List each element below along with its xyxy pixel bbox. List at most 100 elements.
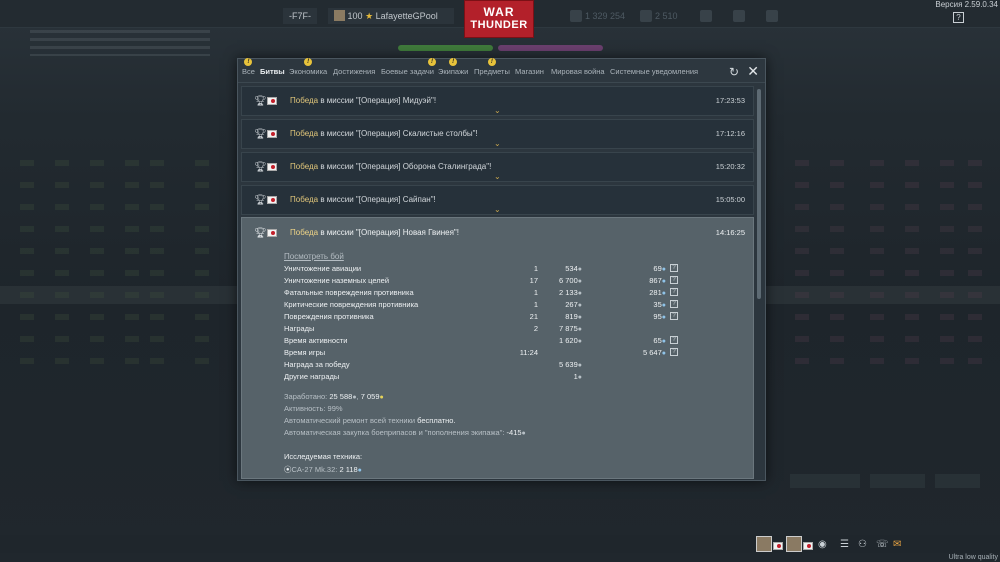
coupon-icon[interactable] [766, 10, 778, 22]
watch-battle-link[interactable]: Посмотреть бой [284, 252, 344, 261]
version-label: Версия 2.59.0.34 [935, 0, 998, 9]
info-icon[interactable]: ? [670, 264, 678, 272]
stat-row: Награда за победу 5 639● [284, 360, 582, 369]
message-time: 14:16:25 [715, 228, 745, 237]
friends-icon[interactable]: ⚇ [858, 539, 867, 550]
rp-icon: ● [357, 467, 362, 474]
stat-row: Фатальные повреждения противника 1 2 133●… [284, 288, 684, 299]
tab-achievements[interactable]: Достижения [333, 67, 375, 76]
chevron-down-icon[interactable]: ⌄ [494, 206, 501, 214]
avatar [334, 10, 345, 21]
scrollbar[interactable] [757, 89, 761, 299]
earned-summary: Заработано: 25 588●, 7 059● [284, 392, 384, 401]
squad-member-avatar[interactable] [786, 536, 802, 552]
mail-icon[interactable]: ✉ [893, 539, 901, 550]
refresh-icon[interactable]: ↻ [729, 65, 739, 79]
japan-flag-icon [267, 97, 277, 105]
tab-battles[interactable]: Битвы [260, 67, 285, 76]
squad-member-avatar[interactable] [756, 536, 772, 552]
player-name: LafayetteGPool [375, 11, 438, 21]
info-icon[interactable]: ? [670, 348, 678, 356]
japan-flag-icon [267, 196, 277, 204]
japan-flag-icon [267, 229, 277, 237]
graphics-quality-label: Ultra low quality [948, 554, 998, 561]
notification-icon: ! [487, 58, 496, 66]
stat-row: Критические повреждения противника 1 267●… [284, 300, 684, 311]
info-icon[interactable]: ? [670, 300, 678, 308]
notification-icon: ! [427, 58, 436, 66]
list-item[interactable]: 🏆︎ Победа в миссии "[Операция] Скалистые… [241, 119, 754, 149]
tab-crews[interactable]: ! Экипажи [438, 58, 468, 76]
tab-battle-tasks[interactable]: ! Боевые задачи [381, 58, 436, 76]
stat-row: Время активности 1 620● 65● ? [284, 336, 684, 347]
lions-icon: ● [577, 362, 582, 369]
vehicle-icon: ⦿ [284, 465, 292, 474]
list-item[interactable]: 🏆︎ Победа в миссии "[Операция] Сайпан"! … [241, 185, 754, 215]
list-item[interactable]: 🏆︎ Победа в миссии "[Операция] Мидуэй"! … [241, 86, 754, 116]
tab-all[interactable]: ! Все [242, 58, 255, 76]
lions-icon: ● [577, 302, 582, 309]
japan-flag-icon [803, 542, 813, 550]
trophy-icon: 🏆︎ [254, 228, 267, 239]
eagles-icon [640, 10, 652, 22]
tab-world-war[interactable]: Мировая война [551, 67, 605, 76]
message-title: Победа в миссии "[Операция] Новая Гвинея… [290, 228, 459, 237]
player-profile[interactable]: 100 ★ LafayetteGPool [328, 8, 454, 24]
tab-items[interactable]: ! Предметы [474, 58, 510, 76]
message-title: Победа в миссии "[Операция] Оборона Стал… [290, 162, 492, 171]
trophy-icon: 🏆︎ [254, 195, 267, 206]
message-title: Победа в миссии "[Операция] Сайпан"! [290, 195, 436, 204]
premium-icon[interactable] [700, 10, 712, 22]
tab-economy[interactable]: ! Экономика [289, 58, 327, 76]
chat-icon[interactable]: ☏ [876, 539, 889, 550]
chevron-down-icon[interactable]: ⌄ [494, 173, 501, 181]
rp-icon: ● [661, 278, 666, 285]
trophy-icon: 🏆︎ [254, 96, 267, 107]
lions-icon: ● [352, 394, 357, 401]
info-icon[interactable]: ? [670, 288, 678, 296]
message-time: 15:05:00 [715, 195, 745, 204]
stat-row: Время игры 11:24 5 647● ? [284, 348, 684, 359]
tab-bar: ! Все Битвы ! Экономика Достижения ! Боевые… [238, 58, 765, 83]
info-icon[interactable]: ? [670, 312, 678, 320]
squadron-tag[interactable]: -F7F- [283, 8, 317, 24]
notifications-window: ! Все Битвы ! Экономика Достижения ! Боевые… [237, 58, 766, 481]
info-icon[interactable]: ? [670, 336, 678, 344]
research-title: Исследуемая техника: [284, 452, 363, 461]
tab-shop[interactable]: Магазин [515, 67, 544, 76]
lions-icon: ● [577, 314, 582, 321]
chevron-down-icon[interactable]: ⌄ [494, 107, 501, 115]
lions-icon: ● [521, 430, 526, 437]
research-vehicle: ⦿CA-27 Mk.32: 2 118● [284, 465, 362, 474]
rp-icon: ● [661, 350, 666, 357]
eagles-balance: 2 510 [655, 11, 678, 21]
rp-icon: ● [661, 314, 666, 321]
message-title: Победа в миссии "[Операция] Мидуэй"! [290, 96, 437, 105]
help-icon[interactable]: ? [953, 12, 964, 23]
close-icon[interactable]: ✕ [747, 63, 759, 80]
list-icon[interactable]: ☰ [840, 539, 849, 550]
lions-icon: ● [577, 326, 582, 333]
lions-icon: ● [577, 290, 582, 297]
japan-flag-icon [773, 542, 783, 550]
chevron-down-icon[interactable]: ⌄ [494, 140, 501, 148]
message-list: 🏆︎ Победа в миссии "[Операция] Мидуэй"! … [241, 86, 754, 479]
repair-text: Автоматический ремонт всей техники беспл… [284, 416, 456, 425]
war-thunder-logo: WAR THUNDER [464, 0, 534, 38]
list-item[interactable]: 🏆︎ Победа в миссии "[Операция] Оборона С… [241, 152, 754, 182]
rp-icon: ● [661, 338, 666, 345]
stat-row: Уничтожение авиации 1 534● 69● ? [284, 264, 684, 275]
squad-icon[interactable]: ◉ [818, 539, 827, 550]
stat-row: Награды 2 7 875● [284, 324, 582, 333]
lions-icon: ● [577, 266, 582, 273]
notification-icon: ! [244, 58, 253, 66]
notification-icon: ! [304, 58, 313, 66]
message-time: 15:20:32 [715, 162, 745, 171]
stat-row: Другие награды 1● [284, 372, 582, 381]
research-points-icon: ● [379, 394, 384, 401]
expanded-message[interactable]: 🏆︎ Победа в миссии "[Операция] Новая Гви… [241, 217, 754, 479]
info-icon[interactable]: ? [670, 276, 678, 284]
store-icon[interactable] [733, 10, 745, 22]
tab-system-notifications[interactable]: Системные уведомления [610, 67, 698, 76]
player-rank: 100 [347, 11, 363, 21]
